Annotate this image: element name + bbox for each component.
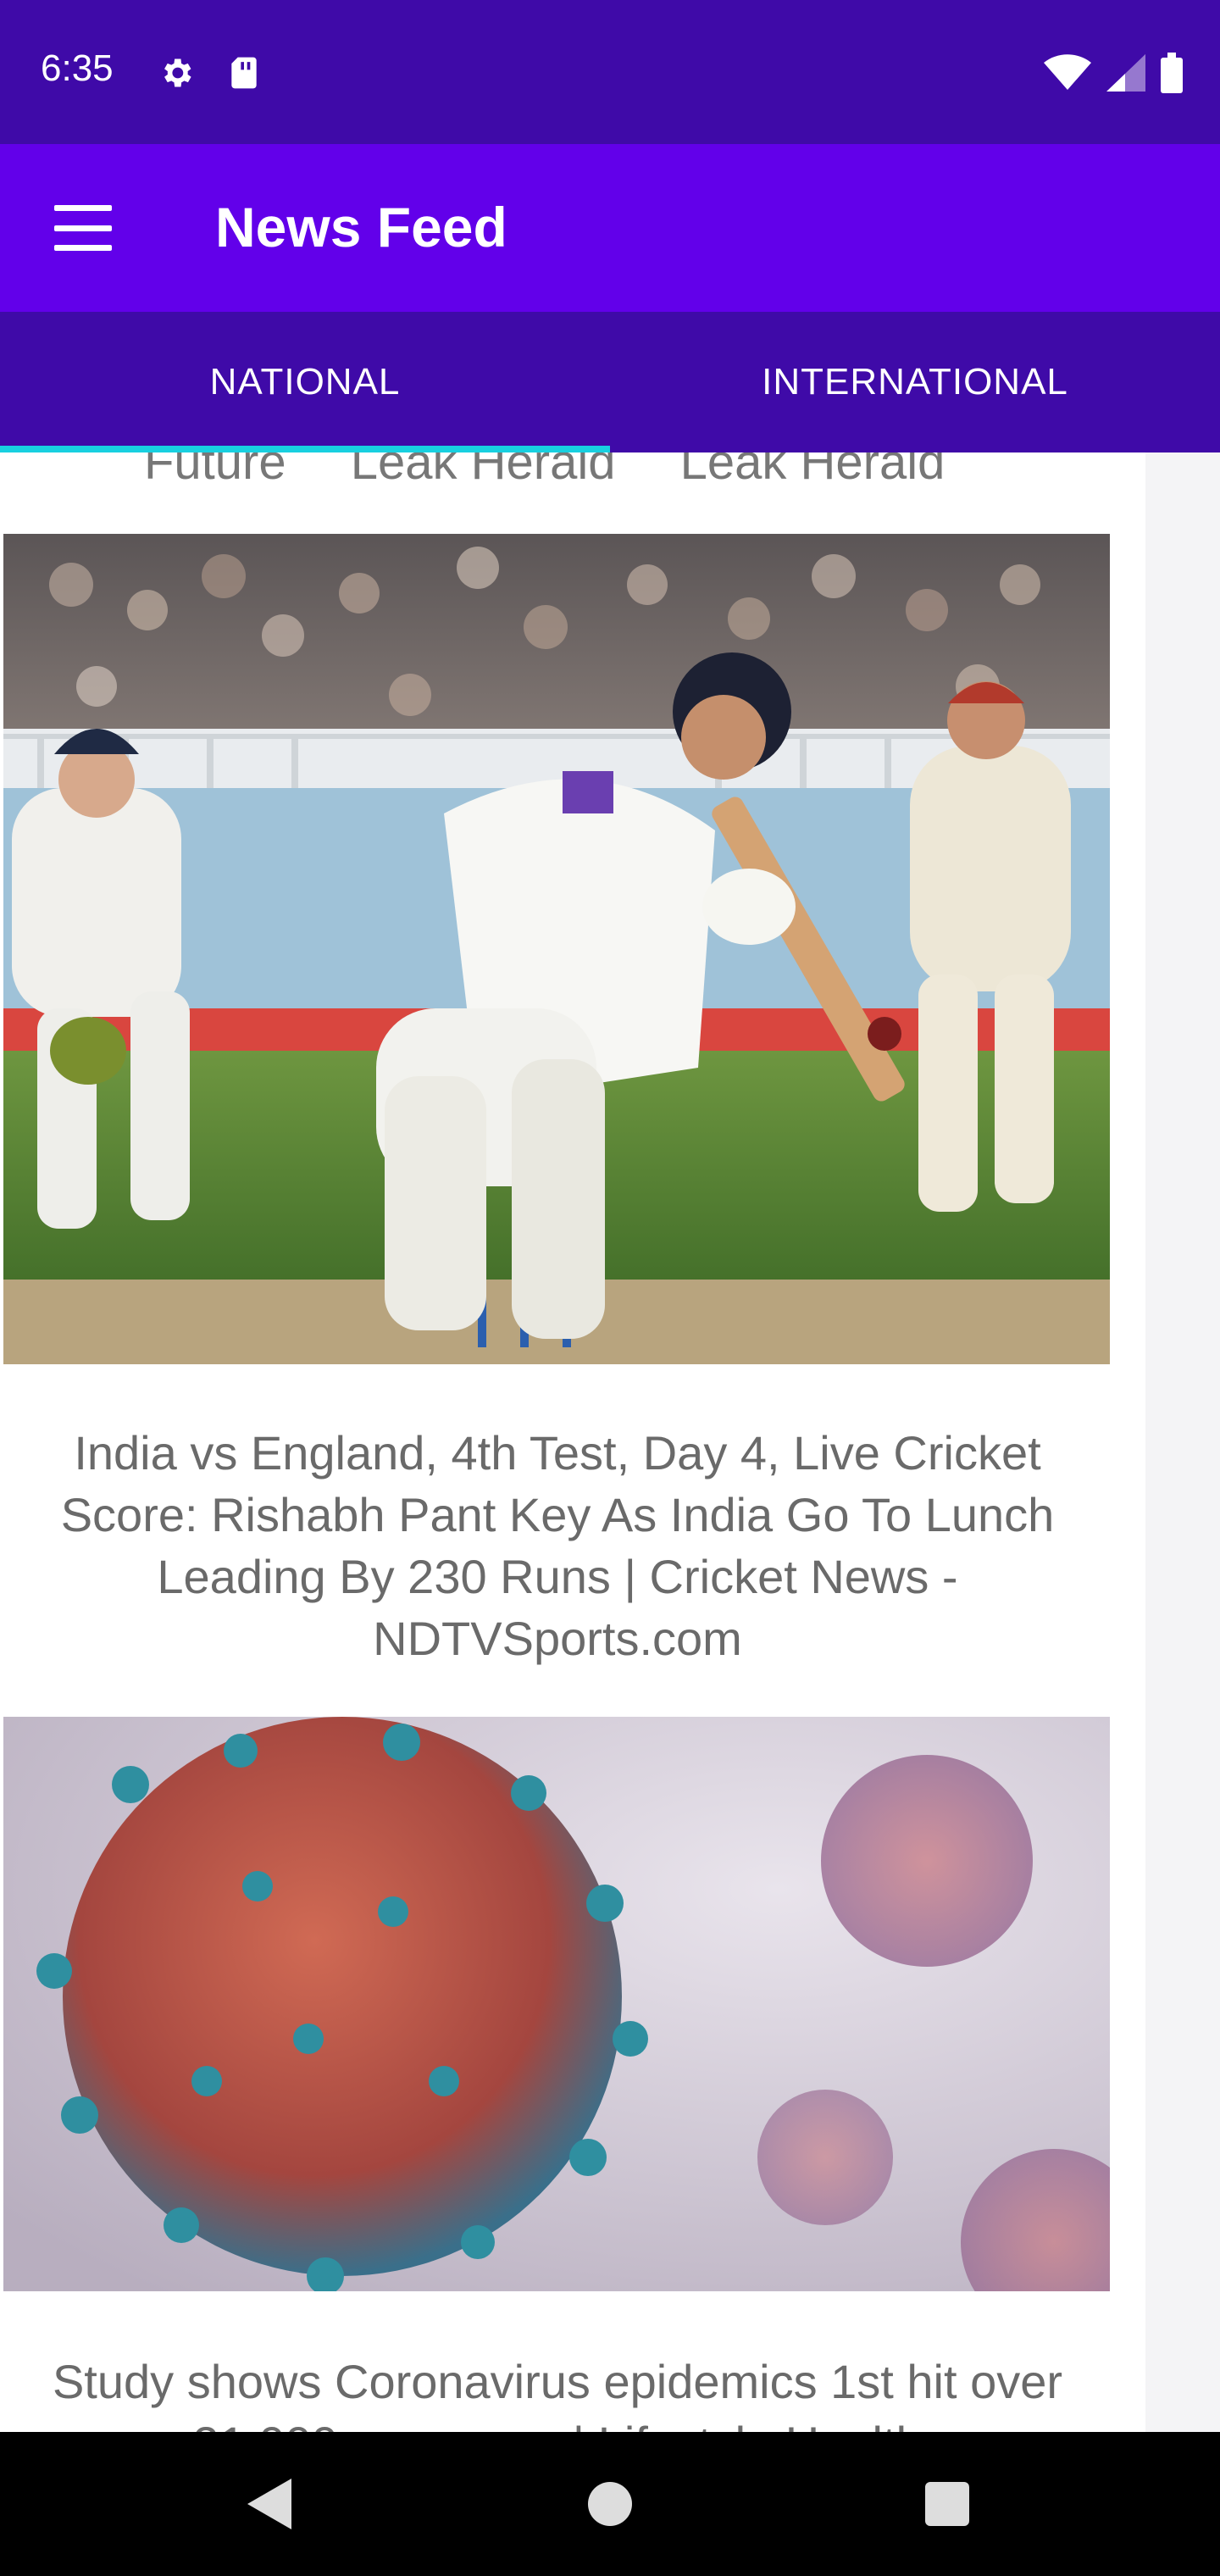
signal-icon (1106, 54, 1145, 96)
news-feed-list[interactable]: Future Leak Herald Leak Herald India vs … (0, 452, 1220, 2432)
back-icon[interactable] (203, 2432, 339, 2576)
tab-indicator (0, 446, 610, 452)
system-nav-bar (0, 2432, 1220, 2576)
app-bar: News Feed (0, 144, 1220, 312)
status-right-icons (1044, 53, 1183, 97)
status-bar: 6:35 (0, 0, 1220, 144)
source-label: Future (144, 452, 286, 490)
sd-card-icon (227, 54, 261, 96)
partial-item-sources: Future Leak Herald Leak Herald (144, 452, 995, 491)
source-label: Leak Herald (350, 452, 616, 490)
source-label: Leak Herald (679, 452, 946, 490)
recents-icon[interactable] (879, 2432, 1015, 2576)
tab-international[interactable]: INTERNATIONAL (610, 312, 1220, 452)
settings-icon (158, 54, 195, 96)
article-image-cricket[interactable] (3, 534, 1110, 1364)
tab-bar: NATIONAL INTERNATIONAL (0, 312, 1220, 452)
wifi-icon (1044, 54, 1091, 96)
status-time: 6:35 (41, 47, 114, 89)
menu-icon[interactable] (47, 200, 119, 256)
home-icon[interactable] (542, 2432, 678, 2576)
battery-icon (1161, 53, 1183, 97)
status-left-icons (158, 54, 261, 96)
scroll-track (1145, 452, 1220, 2432)
article-title[interactable]: India vs England, 4th Test, Day 4, Live … (34, 1422, 1081, 1669)
article-image-coronavirus[interactable] (3, 1717, 1110, 2291)
tab-national[interactable]: NATIONAL (0, 312, 610, 452)
article-title[interactable]: Study shows Coronavirus epidemics 1st hi… (34, 2351, 1081, 2432)
page-title: News Feed (215, 196, 507, 258)
